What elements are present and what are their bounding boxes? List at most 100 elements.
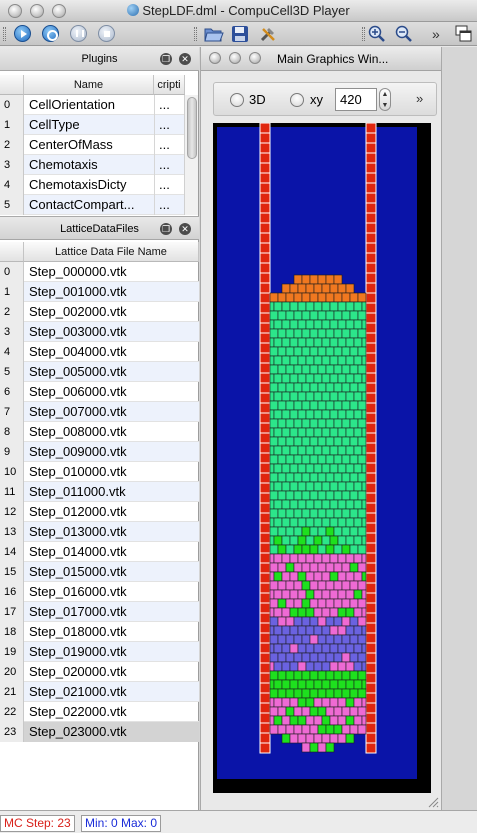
lattice-file-row[interactable]: 2 Step_002000.vtk — [0, 302, 199, 322]
lattice-file-row[interactable]: 22 Step_022000.vtk — [0, 702, 199, 722]
save-button[interactable] — [231, 25, 249, 43]
row-index: 7 — [0, 402, 24, 422]
plugin-row[interactable]: 4 ChemotaxisDicty... — [0, 175, 185, 195]
graphics-overflow-button[interactable]: » — [416, 91, 423, 106]
lattice-file-row[interactable]: 17 Step_017000.vtk — [0, 602, 199, 622]
lattice-file-row[interactable]: 11 Step_011000.vtk — [0, 482, 199, 502]
cell — [341, 292, 351, 303]
stop-button[interactable] — [98, 25, 115, 42]
lattice-file-row[interactable]: 8 Step_008000.vtk — [0, 422, 199, 442]
cell — [289, 715, 299, 726]
lattice-file-row[interactable]: 23 Step_023000.vtk — [0, 722, 199, 742]
cell — [305, 481, 315, 492]
plugins-scroll-thumb[interactable] — [187, 97, 197, 159]
plugin-row[interactable]: 1 CellType... — [0, 115, 185, 135]
cell — [305, 391, 315, 402]
cell — [273, 715, 283, 726]
cell — [273, 589, 283, 600]
lattice-file-row[interactable]: 9 Step_009000.vtk — [0, 442, 199, 462]
cell — [361, 301, 367, 312]
lattice-close-button[interactable]: ✕ — [179, 223, 191, 235]
cell — [345, 535, 355, 546]
row-index: 18 — [0, 622, 24, 642]
lattice-file-row[interactable]: 12 Step_012000.vtk — [0, 502, 199, 522]
cell — [345, 391, 355, 402]
slice-spinbox[interactable]: 420 — [335, 88, 377, 111]
plugins-header-name[interactable]: Name — [24, 75, 154, 95]
cell — [285, 616, 295, 627]
plugin-row[interactable]: 2 CenterOfMass... — [0, 135, 185, 155]
plugin-row[interactable]: 0 CellOrientation... — [0, 95, 185, 115]
lattice-file-row[interactable]: 14 Step_014000.vtk — [0, 542, 199, 562]
lattice-file-row[interactable]: 1 Step_001000.vtk — [0, 282, 199, 302]
lattice-file-name: Step_016000.vtk — [29, 584, 127, 599]
wall-cell — [365, 162, 377, 174]
cell — [289, 283, 299, 294]
cell — [337, 355, 347, 366]
toolbar-grip-2[interactable] — [194, 27, 197, 41]
run-button[interactable] — [14, 25, 31, 42]
cell — [301, 634, 311, 645]
lattice-file-row[interactable]: 3 Step_003000.vtk — [0, 322, 199, 342]
cell — [357, 364, 367, 375]
wall-cell — [365, 472, 377, 484]
lattice-file-row[interactable]: 6 Step_006000.vtk — [0, 382, 199, 402]
overflow-button[interactable]: » — [432, 25, 440, 43]
lattice-file-row[interactable]: 7 Step_007000.vtk — [0, 402, 199, 422]
lattice-file-row[interactable]: 18 Step_018000.vtk — [0, 622, 199, 642]
lattice-file-row[interactable]: 4 Step_004000.vtk — [0, 342, 199, 362]
resize-grip-icon[interactable] — [427, 796, 439, 808]
slice-stepper[interactable]: ▲ ▼ — [379, 88, 391, 111]
lattice-file-row[interactable]: 0 Step_000000.vtk — [0, 262, 199, 282]
cell — [313, 301, 323, 312]
lattice-file-row[interactable]: 20 Step_020000.vtk — [0, 662, 199, 682]
lattice-file-row[interactable]: 15 Step_015000.vtk — [0, 562, 199, 582]
row-index: 3 — [0, 322, 24, 342]
step-button[interactable] — [42, 25, 59, 42]
lattice-header-name[interactable]: Lattice Data File Name — [24, 242, 199, 262]
cell — [293, 436, 303, 447]
plugins-scrollbar[interactable] — [184, 95, 198, 215]
pause-button[interactable] — [70, 25, 87, 42]
wall-cell — [365, 402, 377, 414]
lattice-file-row[interactable]: 13 Step_013000.vtk — [0, 522, 199, 542]
cell — [353, 337, 363, 348]
plugins-float-button[interactable]: ❐ — [160, 53, 172, 65]
cell — [273, 409, 283, 420]
open-button[interactable] — [204, 25, 224, 43]
cell — [345, 409, 355, 420]
plugin-row[interactable]: 5 ContactCompart...... — [0, 195, 185, 215]
lattice-file-row[interactable]: 19 Step_019000.vtk — [0, 642, 199, 662]
plugins-header-description[interactable]: cripti — [154, 75, 185, 95]
cell — [305, 733, 315, 744]
lattice-canvas[interactable] — [213, 122, 431, 793]
radio-xy[interactable] — [290, 93, 304, 107]
plugins-close-button[interactable]: ✕ — [179, 53, 191, 65]
toolbar-grip[interactable] — [3, 27, 6, 41]
radio-3d[interactable] — [230, 93, 244, 107]
cell — [333, 346, 343, 357]
lattice-file-row[interactable]: 5 Step_005000.vtk — [0, 362, 199, 382]
toolbar-grip-3[interactable] — [362, 27, 365, 41]
zoom-out-button[interactable] — [395, 25, 413, 43]
float-icon: ❐ — [161, 224, 171, 234]
lattice-file-row[interactable]: 10 Step_010000.vtk — [0, 462, 199, 482]
cell — [269, 616, 279, 627]
lattice-file-row[interactable]: 21 Step_021000.vtk — [0, 682, 199, 702]
main-toolbar: » — [0, 22, 477, 46]
cell — [273, 679, 283, 690]
lattice-float-button[interactable]: ❐ — [160, 223, 172, 235]
graphics-zoom-button[interactable] — [249, 52, 261, 64]
tools-button[interactable] — [259, 25, 277, 43]
lattice-file-row[interactable]: 16 Step_016000.vtk — [0, 582, 199, 602]
graphics-minimize-button[interactable] — [229, 52, 241, 64]
zoom-in-button[interactable] — [368, 25, 386, 43]
cell — [341, 310, 351, 321]
graphics-close-button[interactable] — [209, 52, 221, 64]
cell — [313, 535, 323, 546]
cell — [301, 706, 311, 717]
windows-button[interactable] — [455, 25, 473, 43]
cell — [281, 643, 291, 654]
plugin-row[interactable]: 3 Chemotaxis... — [0, 155, 185, 175]
cell — [361, 697, 367, 708]
